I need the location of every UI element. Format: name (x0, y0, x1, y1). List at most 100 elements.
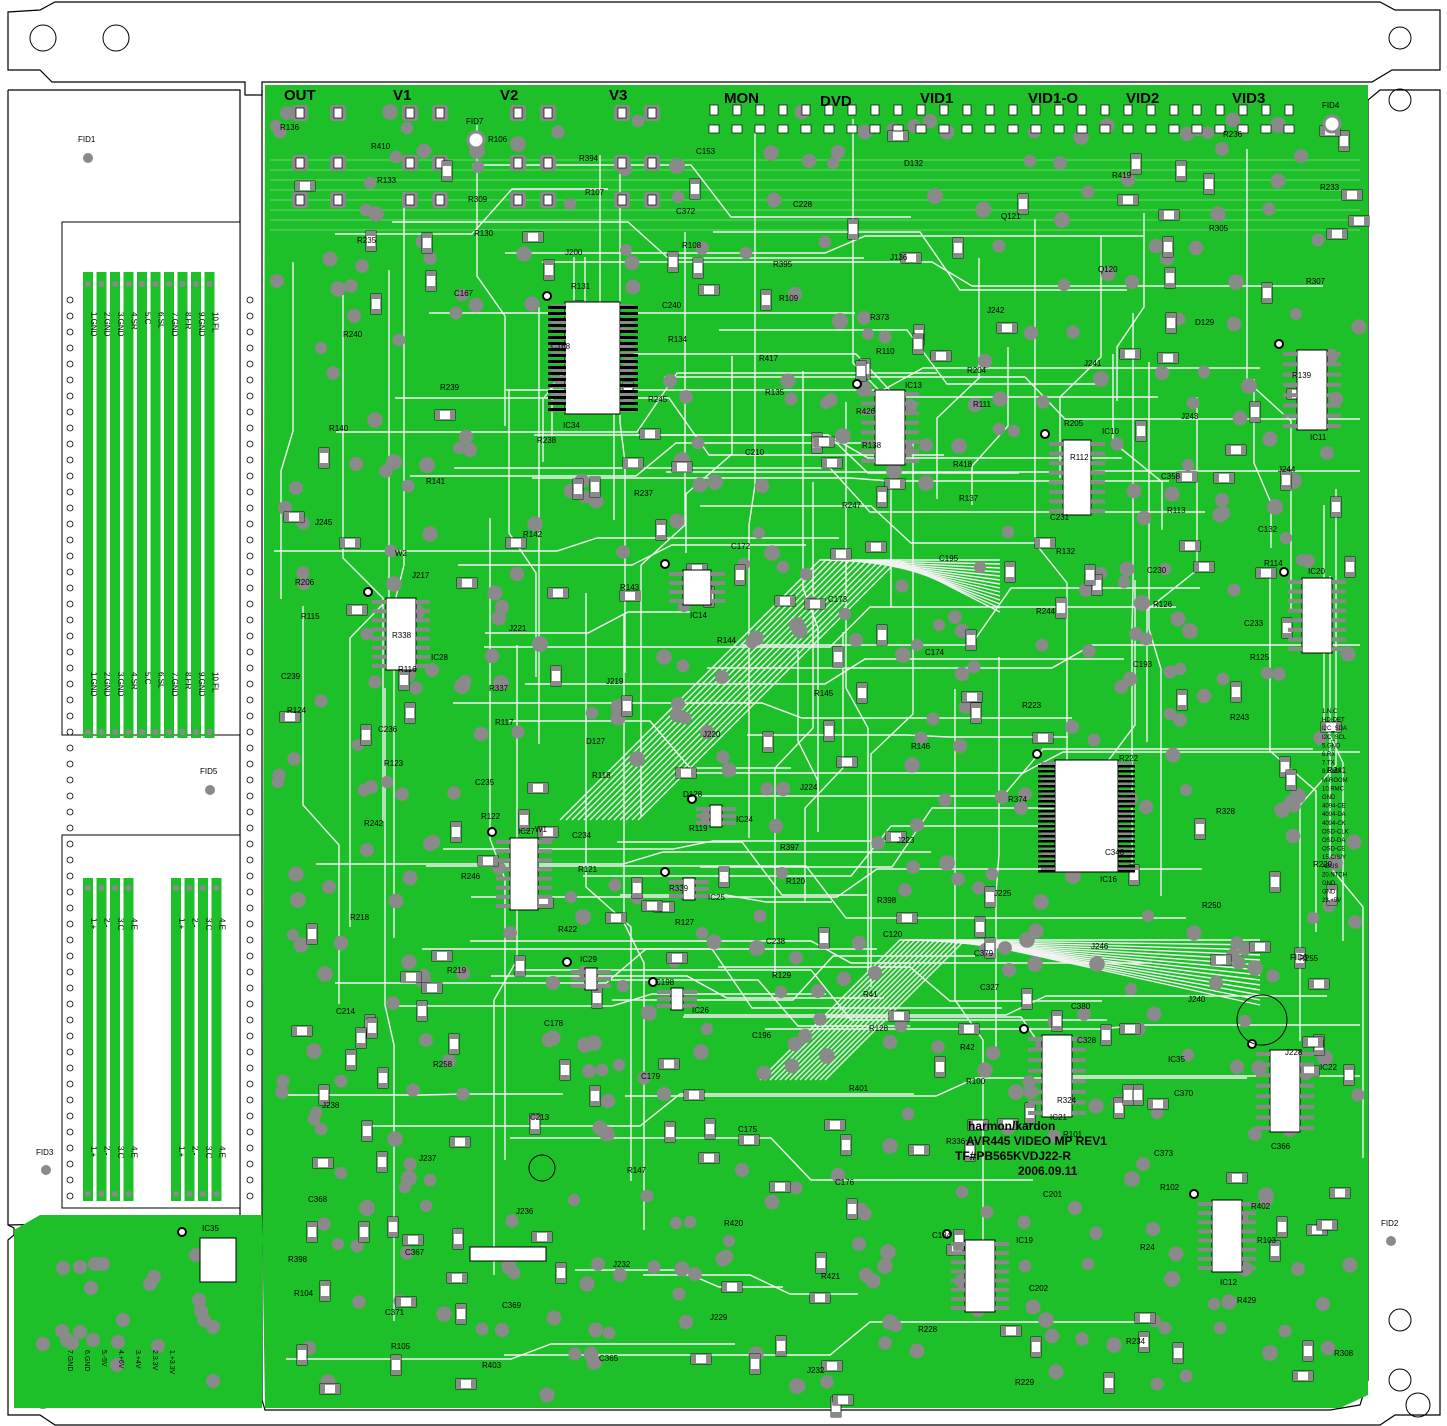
smd-pad (1136, 436, 1146, 441)
smd-pad (1173, 1358, 1183, 1363)
ic-pin (1256, 1083, 1270, 1088)
smd-pad (456, 1319, 466, 1324)
component-ref: C198 (655, 978, 675, 987)
via-pad (1228, 274, 1244, 290)
via-pad (287, 752, 301, 766)
via-pad (1182, 623, 1198, 639)
ic-pin (548, 402, 566, 405)
ic-pin (1049, 442, 1063, 446)
via-pad (931, 1040, 945, 1054)
ic-pin (1118, 830, 1135, 833)
ic-pin (1327, 372, 1341, 377)
ic-pin (1038, 835, 1055, 838)
smd-pad (573, 494, 583, 499)
connector-hole (962, 104, 972, 116)
header-pad (125, 885, 132, 891)
connector-hole (1192, 104, 1202, 116)
via-pad (1227, 583, 1241, 597)
component-ref: R136 (280, 123, 300, 132)
via-pad (1221, 1294, 1237, 1310)
via-pad (721, 762, 737, 778)
header-pad (193, 729, 199, 735)
component-ref: J224 (800, 783, 818, 792)
component-ref: J200 (565, 248, 583, 257)
ic-body (1269, 1049, 1301, 1133)
edge-pad (246, 888, 254, 896)
via-pad (463, 443, 477, 457)
via-pad (1007, 424, 1021, 438)
smd-pad (1166, 328, 1176, 333)
via-pad (551, 125, 565, 139)
pin1-marker (1274, 339, 1284, 349)
component-ref: R141 (426, 477, 446, 486)
via-pad (657, 1087, 671, 1101)
component-ref: R119 (689, 824, 708, 833)
smd-pad (356, 1028, 366, 1033)
edge-pad (246, 392, 254, 400)
via-pad (403, 1157, 417, 1171)
ic-body (584, 967, 598, 991)
edge-pad (66, 1080, 74, 1088)
component-ref: J229 (710, 1313, 728, 1322)
via-pad (449, 306, 463, 320)
smd-pad (656, 535, 666, 540)
via-pad (1027, 956, 1043, 972)
conn-label-mon: MON (724, 90, 759, 107)
via-pad (495, 600, 509, 614)
ic-pin (905, 401, 919, 406)
ic-pin (538, 876, 552, 881)
edge-pad (246, 744, 254, 752)
component-ref: R229 (1015, 1378, 1035, 1387)
via-pad (882, 1034, 898, 1050)
edge-pad (66, 712, 74, 720)
ic-pin (1049, 451, 1063, 456)
edge-pad (66, 376, 74, 384)
via-pad (1054, 212, 1070, 228)
side-pin-labels: 1.N.CHD-DETI2C_SDAI2C_SCL5.GND6.RX7.TX8.… (1322, 709, 1349, 904)
smd-pad (310, 181, 315, 191)
smd-pad (1163, 1099, 1168, 1109)
ic-pin (1038, 805, 1055, 808)
ic-pin (1198, 1229, 1212, 1234)
component-ref: R116 (398, 665, 417, 674)
component-ref: R237 (634, 489, 654, 498)
smd-pad (656, 520, 666, 525)
via-pad (272, 768, 286, 782)
header-pad (200, 1191, 206, 1197)
ic-pin (496, 849, 510, 854)
smd-pad (1231, 682, 1241, 687)
header-pad (112, 885, 118, 891)
via-pad (458, 429, 474, 445)
via-pad (380, 775, 394, 789)
ic-label: IC35 (202, 1224, 219, 1233)
component-ref: R401 (849, 1084, 869, 1093)
via-pad (143, 1277, 157, 1291)
smd-pad (857, 683, 867, 688)
smd-pad (785, 1182, 790, 1192)
smd-pad (668, 267, 678, 272)
smd-pad (1344, 1065, 1354, 1070)
ic-pin (1332, 589, 1346, 594)
fid4-label: FID4 (1322, 101, 1340, 110)
edge-pad (246, 968, 254, 976)
component-ref: J225 (994, 889, 1012, 898)
edge-pad (66, 456, 74, 464)
smd-pad (693, 258, 703, 263)
via-pad (1124, 274, 1140, 290)
smd-pad (690, 194, 700, 199)
via-pad (784, 1058, 800, 1074)
via-pad (901, 1107, 915, 1121)
smd-pad (560, 1075, 570, 1080)
component-ref: R228 (918, 1325, 938, 1334)
smd-pad (886, 832, 891, 842)
ic-pin (1072, 1068, 1086, 1073)
via-pad (734, 1162, 750, 1178)
via-pad (532, 636, 548, 652)
smd-pad (532, 1232, 537, 1242)
via-pad (322, 880, 336, 894)
smd-pad (837, 1361, 842, 1371)
component-ref: Q120 (1098, 265, 1118, 274)
via-pad (616, 979, 630, 993)
component-ref: R233 (1320, 183, 1340, 192)
smd-pad (966, 645, 976, 650)
